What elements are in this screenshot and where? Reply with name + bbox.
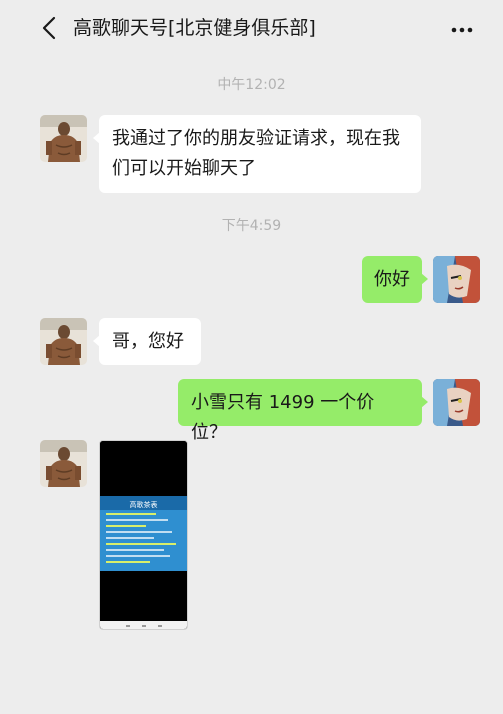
message-text: 哥，您好	[112, 331, 184, 352]
timestamp: 中午12:02	[217, 77, 286, 93]
message-bubble-outgoing[interactable]: 你好	[362, 256, 428, 303]
screenshot-image	[100, 441, 187, 629]
chat-header: 高歌聊天号[北京健身俱乐部]	[0, 0, 503, 58]
message-bubble-incoming[interactable]: 哥，您好	[93, 318, 201, 365]
self-avatar[interactable]	[433, 256, 480, 303]
image-title: 高歌茶表	[129, 501, 158, 509]
contact-avatar[interactable]	[40, 318, 87, 365]
image-message[interactable]: 高歌茶表	[99, 440, 188, 630]
contact-avatar[interactable]	[40, 115, 87, 162]
ellipsis-icon[interactable]	[451, 27, 473, 33]
message-bubble-outgoing[interactable]: 小雪只有 1499 一个价位？	[178, 379, 428, 443]
contact-avatar[interactable]	[40, 440, 87, 487]
message-text: 你好	[374, 269, 410, 290]
message-text: 我通过了你的朋友验证请求，现在我们可以开始聊天了	[112, 128, 400, 179]
self-avatar[interactable]	[433, 379, 480, 426]
chat-title: 高歌聊天号[北京健身俱乐部]	[73, 17, 316, 39]
timestamp: 下午4:59	[221, 218, 282, 234]
message-text: 小雪只有 1499 一个价位？	[191, 392, 375, 443]
chevron-left-icon[interactable]	[40, 16, 60, 40]
message-bubble-incoming[interactable]: 我通过了你的朋友验证请求，现在我们可以开始聊天了	[93, 115, 421, 193]
